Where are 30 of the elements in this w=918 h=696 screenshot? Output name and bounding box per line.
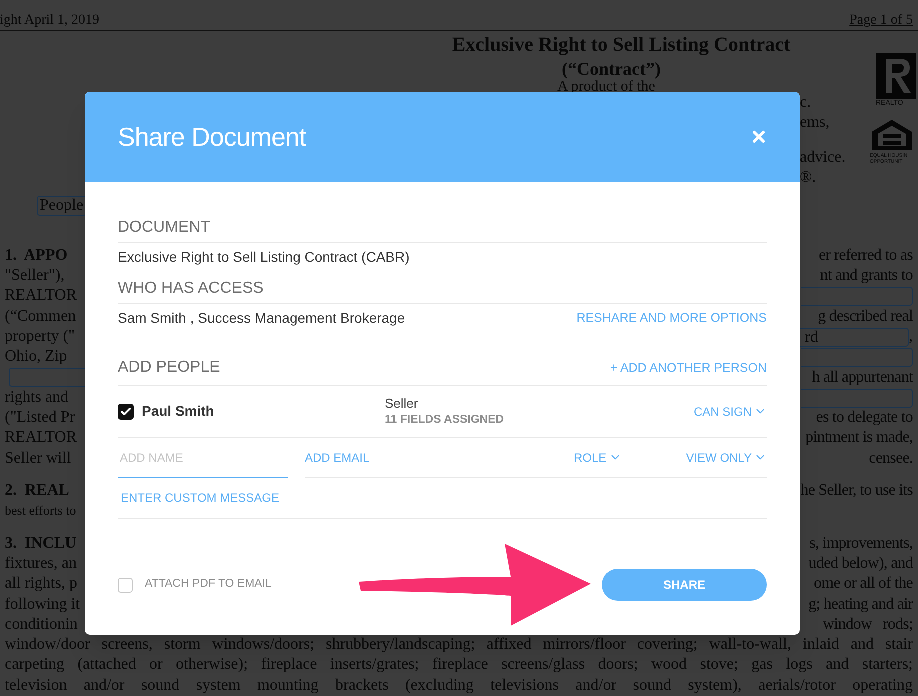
add-person-link[interactable]: + ADD ANOTHER PERSON [610, 358, 767, 378]
email-input[interactable]: ADD EMAIL [305, 438, 555, 477]
role-dropdown[interactable]: ROLE [574, 448, 622, 466]
dialog-title: Share Document [118, 120, 306, 154]
permission-dropdown[interactable]: VIEW ONLY [686, 448, 767, 466]
fields-assigned: 11 FIELDS ASSIGNED [385, 412, 506, 428]
checkbox-label: ATTACH PDF TO EMAIL [145, 577, 272, 592]
section-label: WHO HAS ACCESS [118, 278, 767, 304]
person-name: Paul Smith [142, 402, 216, 421]
checkbox[interactable] [118, 404, 134, 420]
reshare-link[interactable]: RESHARE AND MORE OPTIONS [576, 308, 767, 328]
form-field[interactable] [801, 388, 913, 408]
person-role: Seller [385, 396, 420, 412]
document-text: , [909, 326, 913, 347]
equal-housing-icon [870, 118, 914, 150]
close-button[interactable] [750, 128, 768, 146]
name-input[interactable]: ADD NAME [118, 438, 288, 478]
permission-dropdown[interactable]: CAN SIGN [694, 402, 767, 420]
checkbox[interactable] [118, 578, 133, 592]
section-value: Exclusive Right to Sell Listing Contract (CABR) [118, 248, 410, 267]
share-button[interactable]: SHARE [602, 569, 767, 601]
check-icon [120, 406, 132, 418]
close-icon [750, 128, 768, 146]
custom-message-link[interactable]: ENTER CUSTOM MESSAGE [121, 489, 280, 507]
document-text: ®. [800, 168, 818, 188]
section-label: DOCUMENT [118, 217, 767, 243]
section-value: Sam Smith , Success Management Brokerage [118, 308, 406, 328]
form-field[interactable] [801, 287, 913, 306]
form-field[interactable] [801, 348, 913, 367]
section-label: ADD PEOPLE [118, 358, 220, 378]
